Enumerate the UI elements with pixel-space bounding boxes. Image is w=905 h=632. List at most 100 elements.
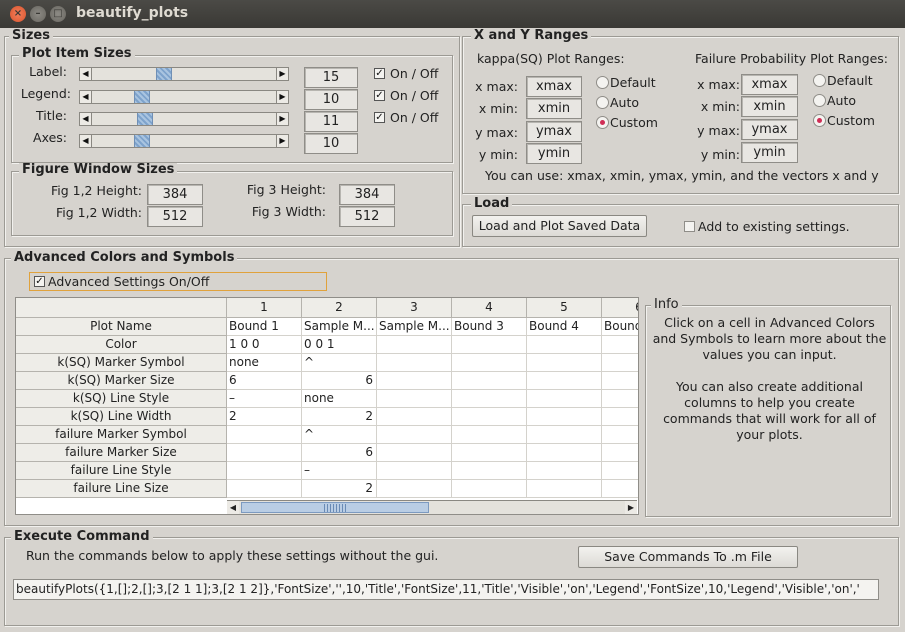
failure-xmin-field[interactable]: xmin	[741, 96, 798, 117]
kappa-custom-radio[interactable]	[596, 116, 609, 129]
table-cell[interactable]	[227, 462, 302, 480]
table-cell[interactable]	[602, 354, 638, 372]
table-cell[interactable]	[602, 390, 638, 408]
failure-ymax-field[interactable]: ymax	[741, 119, 798, 140]
kappa-auto-radio[interactable]	[596, 96, 609, 109]
table-cell[interactable]	[527, 354, 602, 372]
table-cell[interactable]	[602, 408, 638, 426]
kappa-xmax-field[interactable]: xmax	[526, 76, 582, 97]
arrow-left-icon[interactable]: ◀	[80, 135, 92, 147]
title-visible-checkbox[interactable]: ✓	[374, 112, 385, 123]
table-cell[interactable]	[527, 480, 602, 498]
table-cell[interactable]	[452, 426, 527, 444]
table-cell[interactable]: 2	[302, 408, 377, 426]
table-cell[interactable]	[527, 426, 602, 444]
fig3-height-field[interactable]: 384	[339, 184, 395, 205]
add-existing-checkbox[interactable]	[684, 221, 695, 232]
table-cell[interactable]: none	[302, 390, 377, 408]
table-cell[interactable]: 2	[227, 408, 302, 426]
col-header-3[interactable]: 3	[377, 298, 452, 318]
table-cell[interactable]	[377, 354, 452, 372]
table-cell[interactable]	[527, 462, 602, 480]
col-header-1[interactable]: 1	[227, 298, 302, 318]
maximize-icon[interactable]: □	[50, 6, 66, 22]
table-cell[interactable]: Bound 3	[452, 318, 527, 336]
table-cell[interactable]	[377, 408, 452, 426]
table-cell[interactable]	[227, 444, 302, 462]
table-cell[interactable]	[527, 372, 602, 390]
table-horizontal-scrollbar[interactable]: ◀ ▶	[227, 500, 637, 514]
table-cell[interactable]	[377, 426, 452, 444]
table-cell[interactable]	[452, 390, 527, 408]
scrollbar-thumb[interactable]	[241, 502, 429, 513]
arrow-right-icon[interactable]: ▶	[276, 91, 288, 103]
table-cell[interactable]	[527, 444, 602, 462]
kappa-xmin-field[interactable]: xmin	[526, 98, 582, 119]
axes-size-slider[interactable]: ◀ ▶	[79, 134, 289, 148]
fig12-width-field[interactable]: 512	[147, 206, 203, 227]
table-cell[interactable]	[377, 444, 452, 462]
minimize-icon[interactable]: –	[30, 6, 46, 22]
label-visible-checkbox[interactable]: ✓	[374, 68, 385, 79]
slider-thumb[interactable]	[156, 68, 172, 80]
table-cell[interactable]: 6	[227, 372, 302, 390]
table-cell[interactable]	[377, 390, 452, 408]
table-cell[interactable]	[452, 444, 527, 462]
table-cell[interactable]	[377, 336, 452, 354]
table-cell[interactable]	[452, 480, 527, 498]
advanced-settings-table[interactable]: 1 2 3 4 5 6 Plot Name Bound 1 Sample M..…	[15, 297, 639, 515]
table-cell[interactable]	[452, 354, 527, 372]
advanced-settings-checkbox[interactable]: ✓	[34, 276, 45, 287]
col-header-2[interactable]: 2	[302, 298, 377, 318]
table-cell[interactable]: 1 0 0	[227, 336, 302, 354]
fig12-height-field[interactable]: 384	[147, 184, 203, 205]
close-icon[interactable]: ×	[10, 6, 26, 22]
table-cell[interactable]	[602, 372, 638, 390]
table-cell[interactable]	[527, 390, 602, 408]
kappa-ymax-field[interactable]: ymax	[526, 121, 582, 142]
table-cell[interactable]: Sample M...	[302, 318, 377, 336]
table-cell[interactable]	[452, 372, 527, 390]
table-cell[interactable]: Bound	[602, 318, 638, 336]
table-cell[interactable]: Bound 1	[227, 318, 302, 336]
arrow-left-icon[interactable]: ◀	[80, 113, 92, 125]
failure-ymin-field[interactable]: ymin	[741, 142, 798, 163]
label-size-slider[interactable]: ◀ ▶	[79, 67, 289, 81]
table-cell[interactable]	[452, 336, 527, 354]
kappa-default-radio[interactable]	[596, 76, 609, 89]
table-cell[interactable]: Bound 4	[527, 318, 602, 336]
table-cell[interactable]: 0 0 1	[302, 336, 377, 354]
failure-default-radio[interactable]	[813, 74, 826, 87]
table-cell[interactable]: ^	[302, 354, 377, 372]
col-header-4[interactable]: 4	[452, 298, 527, 318]
table-cell[interactable]: 2	[302, 480, 377, 498]
table-cell[interactable]	[527, 336, 602, 354]
arrow-left-icon[interactable]: ◀	[80, 68, 92, 80]
kappa-ymin-field[interactable]: ymin	[526, 143, 582, 164]
load-plot-saved-data-button[interactable]: Load and Plot Saved Data	[472, 215, 647, 237]
table-cell[interactable]	[602, 336, 638, 354]
failure-xmax-field[interactable]: xmax	[741, 74, 798, 95]
failure-auto-radio[interactable]	[813, 94, 826, 107]
title-size-slider[interactable]: ◀ ▶	[79, 112, 289, 126]
table-cell[interactable]	[602, 462, 638, 480]
command-field[interactable]: beautifyPlots({1,[];2,[];3,[2 1 1];3,[2 …	[13, 579, 879, 600]
table-cell[interactable]: Sample M...	[377, 318, 452, 336]
fig3-width-field[interactable]: 512	[339, 206, 395, 227]
save-commands-button[interactable]: Save Commands To .m File	[578, 546, 798, 568]
table-cell[interactable]	[602, 444, 638, 462]
col-header-6[interactable]: 6	[602, 298, 638, 318]
col-header-5[interactable]: 5	[527, 298, 602, 318]
table-cell[interactable]	[452, 462, 527, 480]
table-cell[interactable]	[377, 480, 452, 498]
slider-thumb[interactable]	[137, 113, 153, 125]
arrow-right-icon[interactable]: ▶	[625, 501, 637, 514]
table-cell[interactable]	[227, 426, 302, 444]
failure-custom-radio[interactable]	[813, 114, 826, 127]
table-cell[interactable]	[377, 372, 452, 390]
table-cell[interactable]	[602, 426, 638, 444]
table-cell[interactable]: 6	[302, 372, 377, 390]
table-cell[interactable]: ^	[302, 426, 377, 444]
arrow-left-icon[interactable]: ◀	[80, 91, 92, 103]
legend-visible-checkbox[interactable]: ✓	[374, 90, 385, 101]
